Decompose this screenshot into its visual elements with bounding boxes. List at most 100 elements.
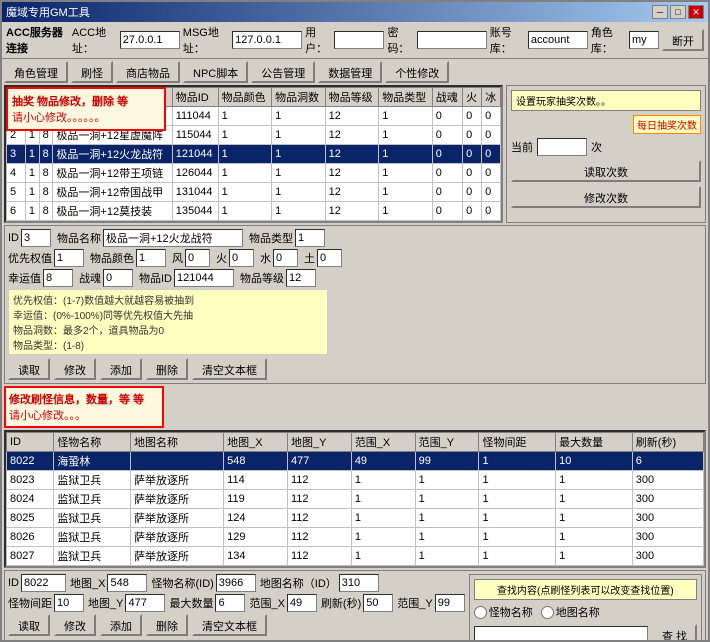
monster-form-left: ID 地图_X 怪物名称(ID) 地图名称（ID） (8, 574, 465, 640)
search-row: 查 找 (474, 624, 697, 640)
luck-input[interactable] (43, 269, 73, 287)
m-mname-label: 怪物名称(ID) (151, 575, 213, 591)
water-input[interactable] (273, 249, 298, 267)
m-refresh-input[interactable] (363, 594, 393, 612)
item-level-input[interactable] (286, 269, 316, 287)
monster-section: 修改刷怪信息，数量，等 等 请小心修改。。。 ID 怪物名称 地图名称 地图_X… (4, 386, 706, 640)
earth-group: 土 (304, 249, 342, 267)
modify-count-button[interactable]: 修改次数 (511, 186, 701, 208)
close-button[interactable]: ✕ (688, 5, 704, 19)
col-type: 物品类型 (379, 88, 433, 107)
m-max-input[interactable] (215, 594, 245, 612)
m-rx-input[interactable] (287, 594, 317, 612)
tab-role-mgmt[interactable]: 角色管理 (4, 61, 68, 83)
itemid-input[interactable] (174, 269, 234, 287)
m-ry-input[interactable] (435, 594, 465, 612)
itemid-label: 物品ID (139, 270, 172, 286)
earth-input[interactable] (317, 249, 342, 267)
m-mapx-input[interactable] (107, 574, 147, 592)
tab-shop-items[interactable]: 商店物品 (116, 61, 180, 83)
priority-label: 优先权值 (8, 250, 52, 266)
table-row[interactable]: 518极品一洞+12帝国战甲13104411121000 (7, 183, 501, 202)
main-content: 角色管理 刷怪 商店物品 NPC脚本 公告管理 数据管理 个性修改 抽奖 物品修… (2, 59, 708, 640)
tab-spawn[interactable]: 刷怪 (71, 61, 113, 83)
soul-group: 战魂 (79, 269, 133, 287)
table-row[interactable]: 8023监狱卫兵萨举放逐所1141121111300 (7, 471, 704, 490)
read-count-button[interactable]: 读取次数 (511, 160, 701, 182)
radio-monster-name[interactable]: 怪物名称 (474, 604, 533, 620)
fire-input[interactable] (229, 249, 254, 267)
table-row[interactable]: 618极品一洞+12莫技装13504411121000 (7, 202, 501, 221)
item-form-row2: 优先权值 物品颜色 风 火 水 (8, 249, 702, 267)
m-rx-group: 范围_X (249, 594, 316, 612)
luck-group: 幸运值 (8, 269, 73, 287)
m-refresh-label: 刷新(秒) (321, 595, 361, 611)
pass-input[interactable] (417, 31, 487, 49)
table-row[interactable]: 318极品一洞+12火龙战符12104411121000 (7, 145, 501, 164)
tab-announcement[interactable]: 公告管理 (251, 61, 315, 83)
item-name-input[interactable] (103, 229, 243, 247)
m-clear-button[interactable]: 清空文本框 (192, 614, 267, 636)
accdb-input[interactable] (528, 31, 588, 49)
color-input[interactable] (136, 249, 166, 267)
note-line1: 优先权值：(1-7)数值越大就越容易被抽到 (13, 292, 323, 307)
lottery-current-row: 当前 次 (511, 138, 701, 156)
disconnect-button[interactable]: 断开 (662, 29, 704, 51)
wind-input[interactable] (185, 249, 210, 267)
item-read-button[interactable]: 读取 (8, 358, 50, 380)
table-row[interactable]: 418极品一洞+12带王项链12604411121000 (7, 164, 501, 183)
item-level-group: 物品等级 (240, 269, 316, 287)
pass-label: 密码： (387, 24, 413, 56)
tab-npc-script[interactable]: NPC脚本 (183, 61, 248, 83)
item-clear-button[interactable]: 清空文本框 (192, 358, 267, 380)
item-add-button[interactable]: 添加 (100, 358, 142, 380)
m-mapy-input[interactable] (125, 594, 165, 612)
lottery-title-box: 设置玩家抽奖次数。。 (511, 90, 701, 111)
table-row[interactable]: 8022海蛩林54847749991106 (7, 452, 704, 471)
tab-data-mgmt[interactable]: 数据管理 (318, 61, 382, 83)
table-row[interactable]: 8024监狱卫兵萨举放逐所1191121111300 (7, 490, 704, 509)
item-form-fields: ID 物品名称 物品类型 (8, 229, 702, 247)
item-name-group: 物品名称 (57, 229, 243, 247)
m-delete-button[interactable]: 删除 (146, 614, 188, 636)
monster-warning-note: 修改刷怪信息，数量，等 等 请小心修改。。。 (4, 386, 164, 428)
item-delete-button[interactable]: 删除 (146, 358, 188, 380)
m-modify-button[interactable]: 修改 (54, 614, 96, 636)
item-type-input[interactable] (295, 229, 325, 247)
m-dist-input[interactable] (54, 594, 84, 612)
addr-input[interactable] (120, 31, 180, 49)
roledb-input[interactable] (629, 31, 659, 49)
m-id-input[interactable] (21, 574, 66, 592)
col-level: 物品等级 (325, 88, 379, 107)
item-id-input[interactable] (21, 229, 51, 247)
m-read-button[interactable]: 读取 (8, 614, 50, 636)
soul-input[interactable] (103, 269, 133, 287)
item-id-label: ID (8, 232, 19, 244)
m-mapnameid-input[interactable] (339, 574, 379, 592)
current-input[interactable] (537, 138, 587, 156)
m-add-button[interactable]: 添加 (100, 614, 142, 636)
table-row[interactable]: 8025监狱卫兵萨举放逐所1241121111300 (7, 509, 704, 528)
minimize-button[interactable]: ─ (652, 5, 668, 19)
priority-input[interactable] (54, 249, 84, 267)
maximize-button[interactable]: □ (670, 5, 686, 19)
radio-map-name[interactable]: 地图名称 (541, 604, 600, 620)
m-max-group: 最大数量 (169, 594, 245, 612)
table-row[interactable]: 8026监狱卫兵萨举放逐所1291121111300 (7, 528, 704, 547)
window-controls: ─ □ ✕ (652, 5, 704, 19)
m-col-max: 最大数量 (556, 433, 633, 452)
water-label: 水 (260, 250, 271, 266)
user-input[interactable] (334, 31, 384, 49)
msg-input[interactable] (232, 31, 302, 49)
tab-personal[interactable]: 个性修改 (385, 61, 449, 83)
search-input[interactable] (474, 626, 648, 640)
table-row[interactable]: 8027监狱卫兵萨举放逐所1341121111300 (7, 547, 704, 566)
acc-bar: ACC服务器连接 ACC地址： MSG地址： 用户： 密码： 账号库： 角色库：… (2, 22, 708, 59)
m-refresh-group: 刷新(秒) (321, 594, 393, 612)
search-radio-group: 怪物名称 地图名称 (474, 604, 697, 620)
search-button[interactable]: 查 找 (652, 624, 697, 640)
item-modify-button[interactable]: 修改 (54, 358, 96, 380)
monster-table-container[interactable]: ID 怪物名称 地图名称 地图_X 地图_Y 范围_X 范围_Y 怪物间距 最大… (4, 430, 706, 568)
m-col-map: 地图名称 (130, 433, 223, 452)
m-mname-input[interactable] (216, 574, 256, 592)
